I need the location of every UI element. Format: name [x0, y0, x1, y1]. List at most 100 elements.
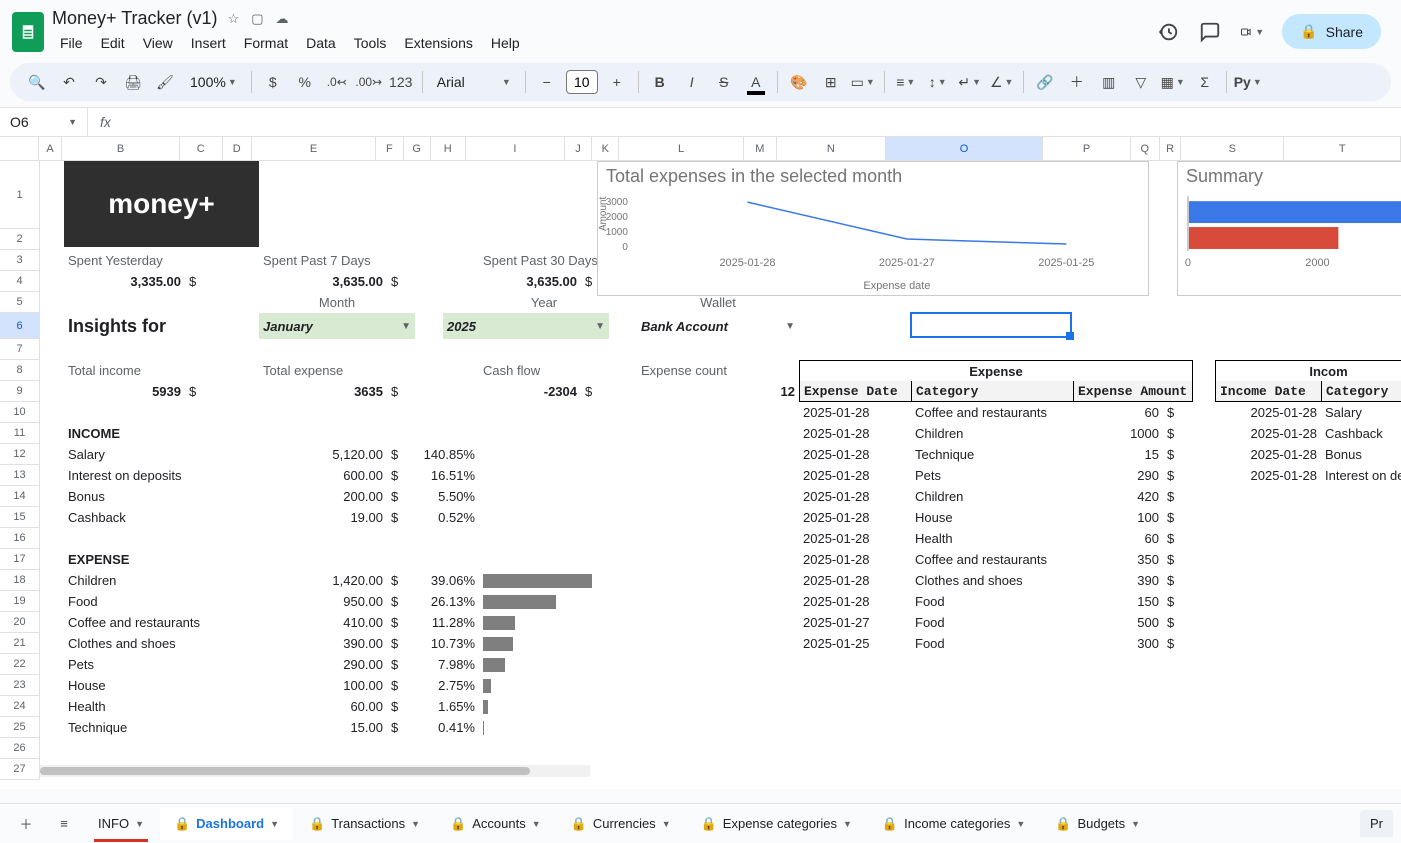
exp-amt[interactable]: 100	[1073, 507, 1163, 528]
paint-format-icon[interactable]: 🖌	[150, 67, 180, 97]
filter-button[interactable]: ▽	[1126, 67, 1156, 97]
expense-name[interactable]: Health	[64, 696, 259, 717]
col-header-Q[interactable]: Q	[1131, 137, 1160, 160]
inc-cat[interactable]: Interest on deposit	[1321, 465, 1401, 486]
cell[interactable]: 5939	[64, 381, 185, 402]
exp-amt[interactable]: 350	[1073, 549, 1163, 570]
col-header-L[interactable]: L	[619, 137, 743, 160]
col-header-J[interactable]: J	[565, 137, 592, 160]
expense-name[interactable]: Food	[64, 591, 259, 612]
income-name[interactable]: Interest on deposits	[64, 465, 259, 486]
strikethrough-button[interactable]: S	[709, 67, 739, 97]
exp-date[interactable]: 2025-01-28	[799, 423, 911, 444]
cell[interactable]: $	[387, 507, 415, 528]
row-header-2[interactable]: 2	[0, 229, 40, 250]
col-header-S[interactable]: S	[1181, 137, 1284, 160]
cell[interactable]: $	[387, 654, 415, 675]
rotate-button[interactable]: ∠▼	[987, 67, 1017, 97]
cell[interactable]: $	[387, 570, 415, 591]
formula-input[interactable]	[123, 116, 1401, 128]
inc-date[interactable]: 2025-01-28	[1215, 423, 1321, 444]
expense-name[interactable]: Technique	[64, 717, 259, 738]
inc-cat[interactable]: Salary	[1321, 402, 1401, 423]
cell[interactable]: $	[581, 381, 609, 402]
row-header-21[interactable]: 21	[0, 633, 40, 654]
col-header-G[interactable]: G	[404, 137, 431, 160]
add-sheet-button[interactable]: ＋	[8, 809, 44, 839]
all-sheets-button[interactable]: ≡	[46, 809, 82, 839]
sheets-logo[interactable]	[12, 12, 44, 52]
exp-cat[interactable]: Pets	[911, 465, 1073, 486]
exp-date[interactable]: 2025-01-28	[799, 528, 911, 549]
cur[interactable]: $	[1163, 423, 1193, 444]
move-icon[interactable]: ▢	[251, 11, 263, 27]
exp-cat[interactable]: House	[911, 507, 1073, 528]
menu-view[interactable]: View	[135, 31, 181, 55]
functions-button[interactable]: Σ	[1190, 67, 1220, 97]
currency-format-button[interactable]: $	[258, 67, 288, 97]
cell[interactable]: 12	[637, 381, 799, 402]
income-name[interactable]: Cashback	[64, 507, 259, 528]
expenses-chart[interactable]: Total expenses in the selected month 300…	[597, 161, 1149, 296]
row-header-17[interactable]: 17	[0, 549, 40, 570]
exp-date[interactable]: 2025-01-28	[799, 570, 911, 591]
row-header-13[interactable]: 13	[0, 465, 40, 486]
exp-amt[interactable]: 390	[1073, 570, 1163, 591]
income-amount[interactable]: 600.00	[259, 465, 387, 486]
cur[interactable]: $	[1163, 507, 1193, 528]
expense-amount[interactable]: 100.00	[259, 675, 387, 696]
cur[interactable]: $	[1163, 465, 1193, 486]
val-spent-30[interactable]: 3,635.00	[479, 271, 581, 292]
exp-amt[interactable]: 300	[1073, 633, 1163, 654]
cell[interactable]: 3635	[259, 381, 387, 402]
expense-amount[interactable]: 950.00	[259, 591, 387, 612]
percent-format-button[interactable]: %	[290, 67, 320, 97]
row-header-25[interactable]: 25	[0, 717, 40, 738]
exp-cat[interactable]: Children	[911, 486, 1073, 507]
income-pct[interactable]: 5.50%	[415, 486, 479, 507]
cell[interactable]: $	[387, 591, 415, 612]
undo-icon[interactable]: ↶	[54, 67, 84, 97]
insert-chart-button[interactable]: ▥	[1094, 67, 1124, 97]
exp-amt[interactable]: 500	[1073, 612, 1163, 633]
exp-cat[interactable]: Children	[911, 423, 1073, 444]
code-button[interactable]: Py▼	[1233, 67, 1263, 97]
expense-pct[interactable]: 11.28%	[415, 612, 479, 633]
sheet-tab-expense-categories[interactable]: 🔒Expense categories▼	[687, 808, 866, 840]
col-header-H[interactable]: H	[431, 137, 466, 160]
income-amount[interactable]: 5,120.00	[259, 444, 387, 465]
redo-icon[interactable]: ↷	[86, 67, 116, 97]
col-header-A[interactable]: A	[39, 137, 62, 160]
val-spent-yesterday[interactable]: 3,335.00	[64, 271, 185, 292]
expense-name[interactable]: Clothes and shoes	[64, 633, 259, 654]
summary-chart[interactable]: Summary Exp 0 2000	[1177, 161, 1401, 296]
cell[interactable]: $	[387, 612, 415, 633]
expense-pct[interactable]: 7.98%	[415, 654, 479, 675]
exp-date[interactable]: 2025-01-28	[799, 465, 911, 486]
comment-icon[interactable]	[1198, 20, 1222, 44]
income-pct[interactable]: 16.51%	[415, 465, 479, 486]
share-button[interactable]: 🔒 Share	[1282, 14, 1381, 49]
income-amount[interactable]: 200.00	[259, 486, 387, 507]
text-color-button[interactable]: A	[741, 67, 771, 97]
expense-amount[interactable]: 390.00	[259, 633, 387, 654]
decrease-decimal-button[interactable]: .0↢	[322, 67, 352, 97]
expense-name[interactable]: House	[64, 675, 259, 696]
expense-amount[interactable]: 290.00	[259, 654, 387, 675]
cell[interactable]: $	[387, 696, 415, 717]
exp-amt[interactable]: 1000	[1073, 423, 1163, 444]
exp-cat[interactable]: Food	[911, 591, 1073, 612]
row-header-7[interactable]: 7	[0, 339, 40, 360]
cur[interactable]: $	[1163, 570, 1193, 591]
row-header-19[interactable]: 19	[0, 591, 40, 612]
col-header-C[interactable]: C	[180, 137, 223, 160]
meet-icon[interactable]: ▼	[1240, 20, 1264, 44]
menu-data[interactable]: Data	[298, 31, 344, 55]
col-header-E[interactable]: E	[252, 137, 376, 160]
doc-title[interactable]: Money+ Tracker (v1)	[52, 8, 218, 29]
expense-amount[interactable]: 1,420.00	[259, 570, 387, 591]
history-icon[interactable]	[1156, 20, 1180, 44]
halign-button[interactable]: ≡▼	[891, 67, 921, 97]
search-icon[interactable]: 🔍	[22, 67, 52, 97]
merge-button[interactable]: ▭▼	[848, 67, 878, 97]
